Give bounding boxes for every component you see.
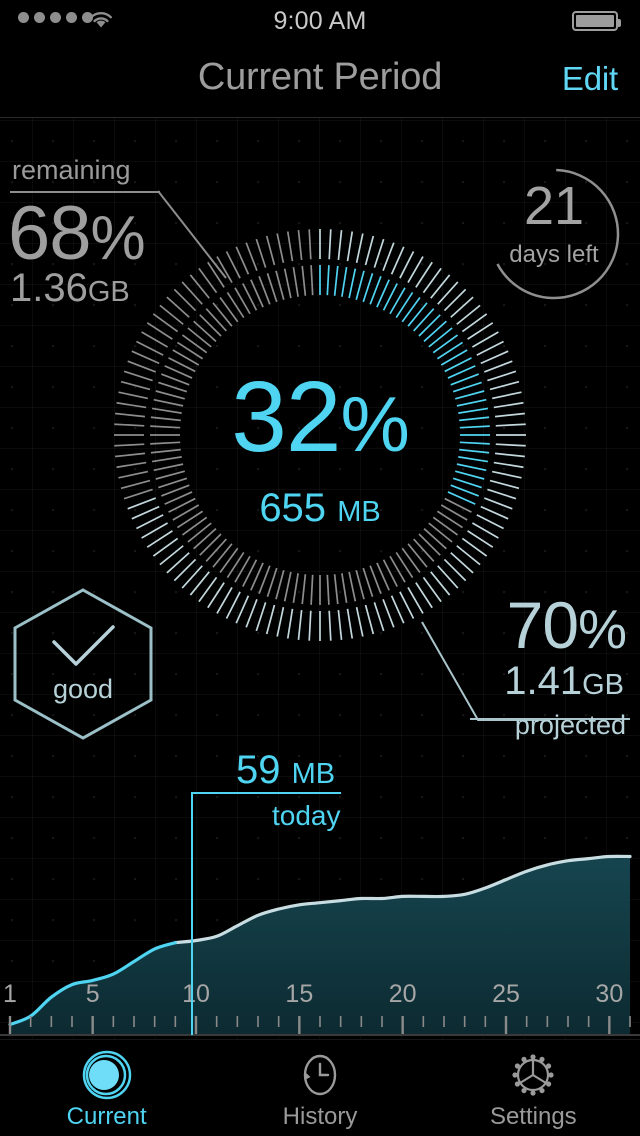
days-left-label: days left bbox=[509, 241, 599, 268]
tab-settings[interactable]: Settings bbox=[427, 1040, 640, 1136]
status-badge: good bbox=[8, 586, 158, 742]
page-title: Current Period bbox=[197, 56, 443, 98]
chart-x-axis: 1 5 10 15 20 25 30 bbox=[0, 980, 640, 1040]
remaining-leader-line bbox=[158, 190, 227, 279]
remaining-label: remaining bbox=[12, 155, 131, 185]
remaining-amount-value: 1.36 bbox=[10, 266, 88, 310]
today-amount: 59 MB bbox=[236, 750, 335, 794]
app-screen: 9:00 AM Current Period Edit remaining 68… bbox=[0, 0, 640, 1136]
projected-amount: 1.41GB bbox=[504, 661, 624, 705]
tab-current[interactable]: Current bbox=[0, 1040, 213, 1136]
projected-percent-value: 70 bbox=[506, 588, 579, 662]
chart-axis-baseline bbox=[0, 1034, 640, 1036]
today-rule bbox=[193, 792, 341, 794]
today-amount-value: 59 bbox=[236, 748, 281, 792]
battery-full-icon bbox=[572, 11, 621, 31]
projected-amount-unit: GB bbox=[582, 669, 624, 701]
projected-percent: 70% bbox=[507, 592, 627, 662]
nav-separator bbox=[0, 117, 640, 118]
status-badge-label: good bbox=[52, 674, 114, 704]
projected-label: projected bbox=[514, 710, 626, 740]
chart-tick-label: 5 bbox=[85, 980, 100, 1008]
today-marker-line bbox=[191, 792, 193, 1035]
today-amount-unit: MB bbox=[291, 758, 336, 790]
check-icon bbox=[52, 625, 115, 666]
remaining-percent-unit: % bbox=[90, 204, 146, 273]
tab-bar: Current History Settings bbox=[0, 1039, 640, 1136]
tab-history[interactable]: History bbox=[213, 1040, 426, 1136]
chart-tick-label: 10 bbox=[182, 980, 210, 1008]
usage-dial-readout: 32% 655 MB bbox=[110, 367, 530, 532]
usage-amount-unit: MB bbox=[337, 496, 381, 528]
current-dial-icon bbox=[81, 1049, 133, 1101]
hexagon-outline bbox=[13, 588, 153, 740]
tab-history-label: History bbox=[282, 1103, 358, 1130]
remaining-percent-value: 68 bbox=[8, 191, 92, 276]
tab-current-label: Current bbox=[66, 1103, 147, 1130]
usage-amount-value: 655 bbox=[259, 486, 327, 530]
status-bar: 9:00 AM bbox=[0, 0, 640, 40]
edit-button[interactable]: Edit bbox=[562, 60, 618, 98]
days-left-value: 21 bbox=[523, 176, 585, 236]
chart-tick-marks bbox=[8, 1016, 631, 1036]
clock-history-icon bbox=[294, 1049, 346, 1101]
chart-tick-label: 30 bbox=[595, 980, 624, 1008]
chart-tick-label: 20 bbox=[388, 980, 417, 1008]
remaining-amount-unit: GB bbox=[87, 276, 130, 308]
gear-icon bbox=[507, 1049, 559, 1101]
today-label: today bbox=[272, 800, 341, 831]
chart-tick-label: 1 bbox=[3, 980, 17, 1008]
remaining-percent: 68% bbox=[8, 196, 146, 277]
days-left-badge: 21 days left bbox=[487, 167, 621, 301]
usage-percent-unit: % bbox=[340, 380, 409, 468]
status-bar-clock: 9:00 AM bbox=[273, 7, 367, 35]
chart-tick-label: 15 bbox=[285, 980, 314, 1008]
nav-bar: Current Period Edit bbox=[0, 40, 640, 118]
remaining-amount: 1.36GB bbox=[10, 268, 130, 312]
chart-tick-label: 25 bbox=[492, 980, 520, 1008]
projected-percent-unit: % bbox=[578, 598, 627, 660]
usage-amount: 655 MB bbox=[110, 488, 530, 532]
tab-settings-label: Settings bbox=[489, 1103, 577, 1130]
projected-amount-value: 1.41 bbox=[504, 659, 583, 703]
